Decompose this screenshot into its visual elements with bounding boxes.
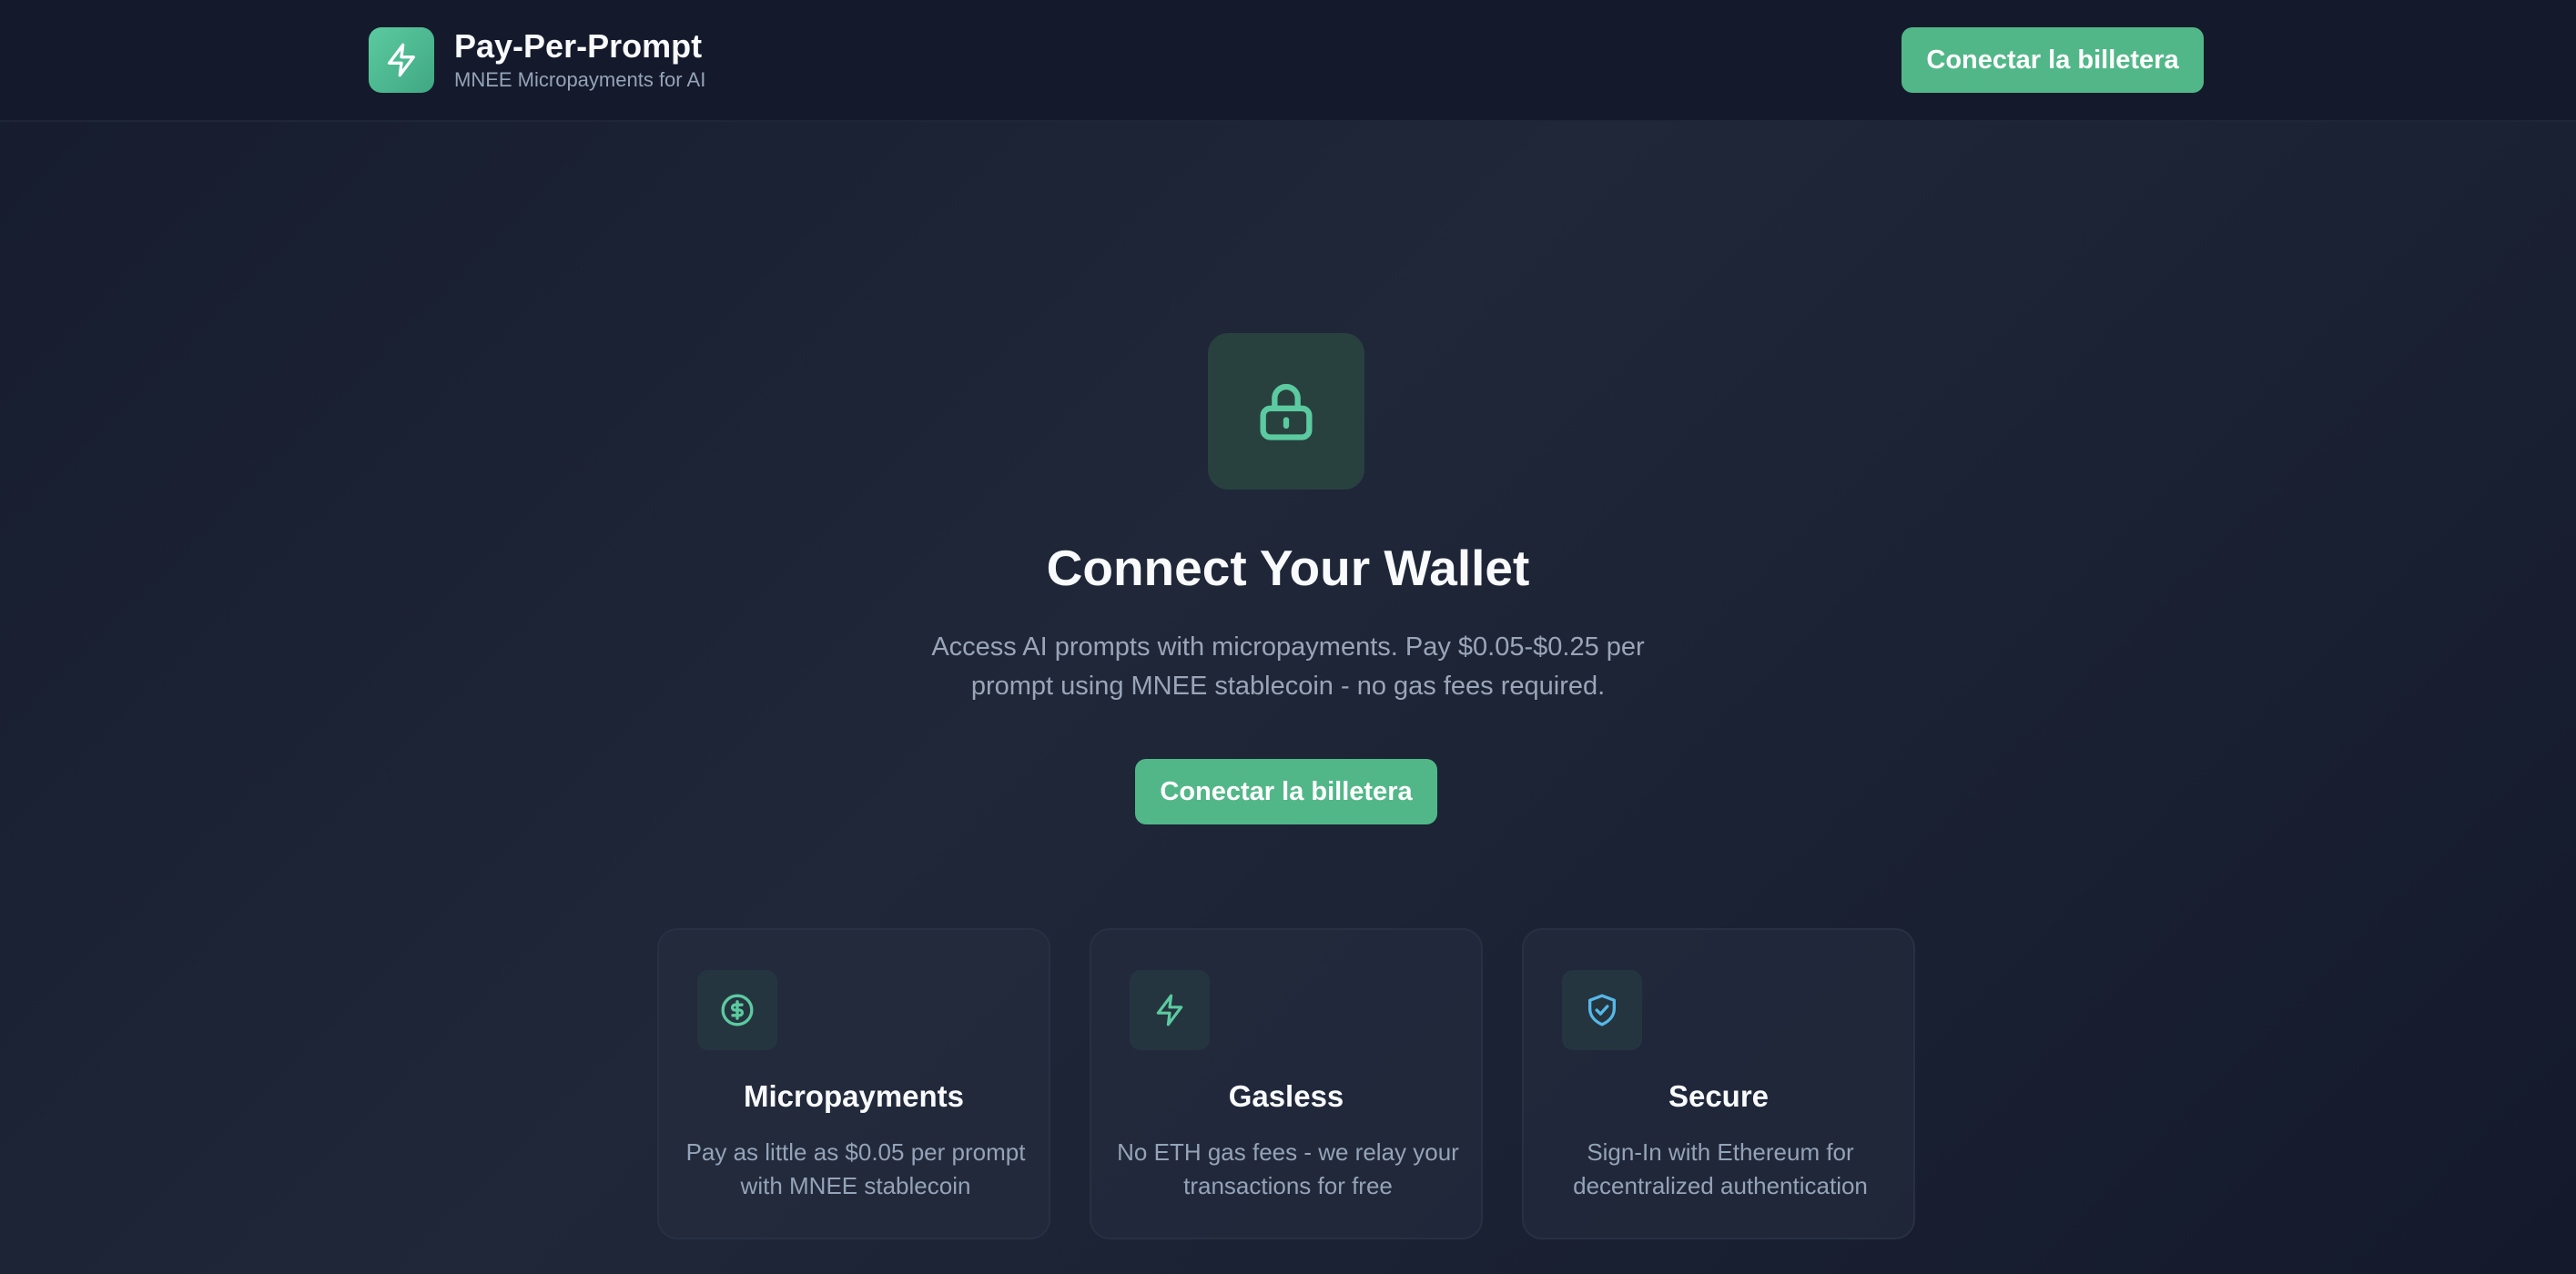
header-connect-wallet-button[interactable]: Conectar la billetera — [1902, 27, 2204, 93]
top-header: Pay-Per-Prompt MNEE Micropayments for AI… — [0, 0, 2576, 122]
connect-wallet-button[interactable]: Conectar la billetera — [1135, 759, 1437, 824]
shield-check-icon — [1562, 970, 1642, 1050]
lock-icon-tile — [1208, 333, 1364, 490]
app-subtitle: MNEE Micropayments for AI — [454, 68, 706, 91]
dollar-circle-icon — [697, 970, 777, 1050]
feature-description: Sign-In with Ethereum for decentralized … — [1573, 1138, 1868, 1199]
lightning-bolt-icon — [369, 27, 434, 93]
hero-description: Access AI prompts with micropayments. Pa… — [931, 632, 1645, 701]
feature-title: Secure — [1668, 1079, 1770, 1113]
lock-icon — [1260, 383, 1313, 440]
app-title: Pay-Per-Prompt — [454, 27, 703, 65]
feature-title: Micropayments — [743, 1079, 965, 1113]
feature-description: Pay as little as $0.05 per prompt with M… — [685, 1138, 1026, 1199]
feature-card-micropayments: Micropayments Pay as little as $0.05 per… — [657, 928, 1050, 1239]
feature-card-secure: Secure Sign-In with Ethereum for decentr… — [1522, 928, 1915, 1239]
lightning-bolt-icon — [1130, 970, 1210, 1050]
feature-title: Gasless — [1228, 1079, 1344, 1113]
feature-card-gasless: Gasless No ETH gas fees - we relay your … — [1090, 928, 1483, 1239]
page-title: Connect Your Wallet — [1046, 540, 1530, 596]
brand[interactable]: Pay-Per-Prompt MNEE Micropayments for AI — [369, 27, 705, 93]
feature-description: No ETH gas fees - we relay your transact… — [1117, 1138, 1459, 1199]
